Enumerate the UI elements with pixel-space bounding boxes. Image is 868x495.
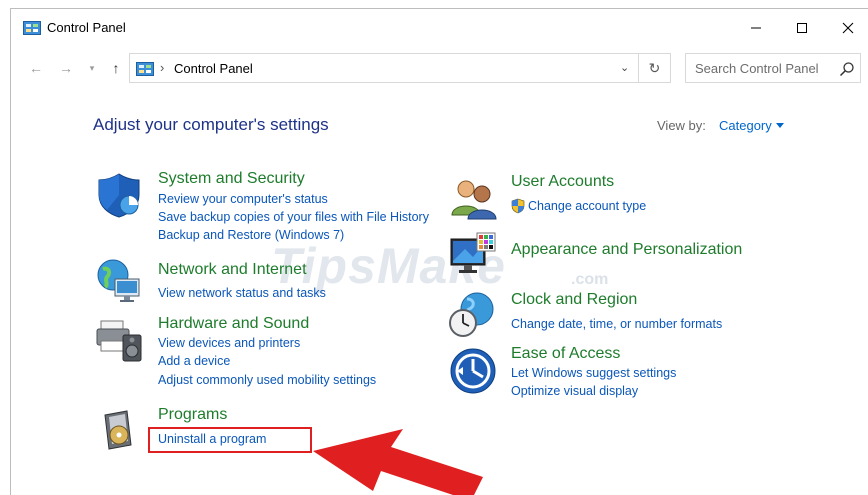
- breadcrumb-control-panel[interactable]: Control Panel: [174, 61, 253, 76]
- category-ease-of-access[interactable]: Ease of Access: [511, 345, 620, 363]
- link-date-time-formats[interactable]: Change date, time, or number formats: [511, 317, 722, 331]
- close-icon: [842, 22, 854, 34]
- annotation-highlight-box: [148, 427, 312, 453]
- maximize-button[interactable]: [779, 15, 825, 41]
- control-panel-icon: [136, 62, 154, 76]
- watermark-suffix: .com: [571, 271, 609, 288]
- link-network-status[interactable]: View network status and tasks: [158, 286, 326, 300]
- breadcrumb-separator: ›: [160, 60, 165, 75]
- users-icon[interactable]: [449, 175, 497, 223]
- category-user-accounts[interactable]: User Accounts: [511, 173, 614, 191]
- link-review-status[interactable]: Review your computer's status: [158, 192, 328, 206]
- search-box[interactable]: Search Control Panel: [685, 53, 861, 83]
- view-by-label: View by:: [657, 118, 706, 133]
- link-windows-suggest[interactable]: Let Windows suggest settings: [511, 366, 676, 380]
- minimize-icon: [751, 27, 761, 29]
- view-by-dropdown[interactable]: Category: [719, 118, 772, 133]
- back-button[interactable]: ←: [25, 58, 47, 78]
- address-dropdown-button[interactable]: ⌄: [620, 61, 629, 74]
- forward-button[interactable]: →: [55, 58, 77, 78]
- uac-shield-icon: [511, 198, 525, 214]
- link-devices-printers[interactable]: View devices and printers: [158, 336, 300, 350]
- page-heading: Adjust your computer's settings: [93, 115, 329, 134]
- category-programs[interactable]: Programs: [158, 406, 227, 424]
- printer-speaker-icon[interactable]: [95, 315, 143, 363]
- category-network-internet[interactable]: Network and Internet: [158, 261, 307, 279]
- category-clock-region[interactable]: Clock and Region: [511, 291, 637, 309]
- category-system-security[interactable]: System and Security: [158, 170, 305, 188]
- shield-icon[interactable]: [95, 171, 143, 219]
- control-panel-icon: [23, 21, 41, 35]
- link-file-history[interactable]: Save backup copies of your files with Fi…: [158, 210, 429, 224]
- link-backup-restore[interactable]: Backup and Restore (Windows 7): [158, 228, 344, 242]
- refresh-button[interactable]: ↻: [639, 53, 671, 83]
- appearance-icon[interactable]: [449, 231, 497, 279]
- control-panel-window: Control Panel ← → ▾ ↑ › Control Panel ⌄: [10, 8, 868, 495]
- link-optimize-visual[interactable]: Optimize visual display: [511, 384, 638, 398]
- search-icon[interactable]: [839, 61, 855, 77]
- ease-of-access-icon[interactable]: [449, 347, 497, 395]
- clock-globe-icon[interactable]: [447, 291, 495, 339]
- category-hardware-sound[interactable]: Hardware and Sound: [158, 315, 309, 333]
- category-appearance[interactable]: Appearance and Personalization: [511, 241, 742, 259]
- refresh-icon: ↻: [648, 59, 661, 76]
- programs-icon[interactable]: [97, 405, 145, 453]
- address-bar[interactable]: › Control Panel ⌄: [129, 53, 639, 83]
- link-change-account-type[interactable]: Change account type: [528, 199, 646, 213]
- search-input[interactable]: Search Control Panel: [695, 61, 819, 76]
- chevron-down-icon[interactable]: [776, 123, 784, 128]
- link-mobility-settings[interactable]: Adjust commonly used mobility settings: [158, 373, 376, 387]
- globe-network-icon[interactable]: [95, 257, 143, 305]
- link-add-device[interactable]: Add a device: [158, 354, 230, 368]
- window-title: Control Panel: [47, 20, 126, 35]
- maximize-icon: [797, 23, 807, 33]
- minimize-button[interactable]: [733, 15, 779, 41]
- recent-locations-button[interactable]: ▾: [81, 58, 103, 78]
- close-button[interactable]: [825, 15, 868, 41]
- annotation-arrow-icon: [313, 429, 483, 495]
- navigation-bar: ← → ▾ ↑ › Control Panel ⌄ ↻ Search Contr…: [11, 53, 868, 83]
- title-bar: Control Panel: [11, 9, 868, 45]
- up-button[interactable]: ↑: [105, 58, 127, 78]
